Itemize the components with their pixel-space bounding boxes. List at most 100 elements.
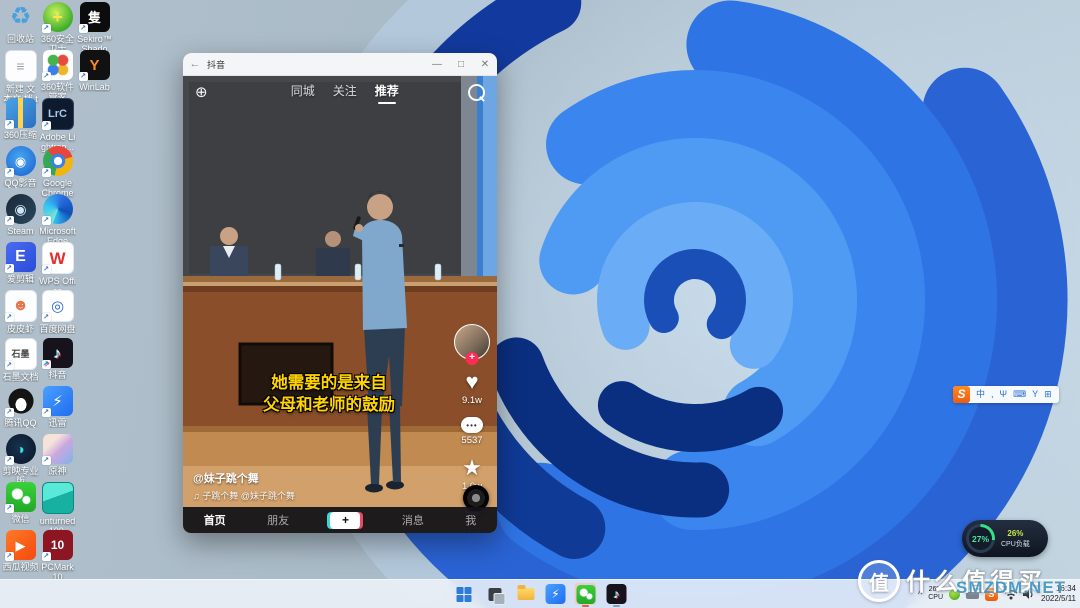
desktop-icon-ppx[interactable]: ☻↗皮皮虾 [2,290,39,334]
volume-icon[interactable] [1022,589,1035,600]
tab-同城[interactable]: 同城 [291,82,315,102]
douyin-button[interactable]: ♪ [606,583,628,605]
minimize-button[interactable]: — [425,54,449,75]
search-icon[interactable] [468,84,485,101]
file-explorer-button[interactable] [515,583,537,605]
desktop-icon-xigua[interactable]: ▶↗西瓜视频 [2,530,39,572]
thunder-button[interactable]: ⚡ [546,584,566,604]
shortcut-arrow-icon: ↗ [42,24,51,33]
desktop-icon-label: 爱剪辑 [2,274,39,284]
tab-关注[interactable]: 关注 [333,82,357,102]
shortcut-arrow-icon: ↗ [42,216,51,225]
wallpaper-bloom [0,0,1080,608]
desktop-icon-cube[interactable]: unturned_100... [39,482,76,537]
360-tray-icon[interactable] [949,589,960,600]
genshin-icon: ↗ [43,434,73,464]
desktop-icon-zip-360[interactable]: ↗360压缩 [2,98,39,140]
nav-item-朋友[interactable]: 朋友 [267,512,289,528]
live-icon[interactable]: ⊕ [195,83,208,101]
sogou-tray-icon[interactable]: S [985,588,998,601]
back-button[interactable]: ← [183,58,207,70]
maximize-button[interactable]: □ [449,54,473,75]
desktop-icon-label: 原神 [39,466,76,476]
sogou-logo-icon[interactable]: S [953,386,970,403]
nav-item-我[interactable]: 我 [465,512,476,528]
pcmark-icon: 10↗ [43,530,73,560]
desktop-icon-edge[interactable]: ↗Microsoft Edge [39,194,76,247]
chinese-mode-icon[interactable]: 中 [973,386,988,403]
zip-360-icon: ↗ [6,98,36,128]
desktop-icon-qq-player[interactable]: ◉↗QQ影音 [2,146,39,188]
shortcut-arrow-icon: ↗ [42,360,51,369]
keyboard-icon[interactable]: ⌨ [1010,386,1029,403]
desktop-icon-thunder[interactable]: ⚡↗迅雷 [39,386,76,428]
desktop-icon-chrome[interactable]: ↗Google Chrome [39,146,76,199]
desktop-icon-pcmark[interactable]: 10↗PCMark 10 [39,530,76,583]
desktop-icon-360-safe[interactable]: +↗360安全卫士 [39,2,76,55]
cpu-gauge-ring: 27% [966,524,995,553]
cpu-usage-value: 26% [1007,529,1023,538]
steam-icon: ◉↗ [6,194,36,224]
desktop-icon-shimo[interactable]: 石墨↗石墨文档 [2,338,39,382]
desktop-icon-steam[interactable]: ◉↗Steam [2,194,39,236]
desktop-icon-lrc[interactable]: LrC↗Adobe Lightroo... [39,98,76,153]
punctuation-icon[interactable]: , [988,386,997,403]
favorite-icon[interactable]: ★ [462,457,482,479]
desktop-icon-360-mgr[interactable]: ↗360软件管家 [39,50,76,103]
video-player[interactable]: ⊕ 同城关注推荐 她需要的是来自 父母和老师的鼓励 + ♥ 9.1w ••• 5… [183,76,497,533]
recycle-bin-icon: ♻ [6,2,36,32]
desktop-icon-sekiro[interactable]: 隻↗Sekiro™ Shadow... [76,2,113,56]
text-file-icon: ≡ [5,50,37,82]
video-info: @妹子跳个舞 ♫ 子跳个舞 @妹子跳个舞 [193,470,295,502]
shortcut-arrow-icon: ↗ [42,72,51,81]
network-icon[interactable] [1004,589,1018,600]
comment-icon[interactable]: ••• [461,417,483,433]
nav-item-首页[interactable]: 首页 [204,512,226,528]
desktop-icon-label: 回收站 [2,34,39,44]
desktop-icon-label: 百度网盘 [39,324,76,334]
nav-item-消息[interactable]: 消息 [402,512,424,528]
toolbox-icon[interactable]: ⊞ [1041,386,1055,403]
desktop-icon-baidu-pan[interactable]: ◎↗百度网盘 [39,290,76,334]
tray-cpu-meter[interactable]: 26% CPU [928,586,943,603]
cpu-monitor-widget[interactable]: 27% 26% CPU负载 [962,520,1048,557]
desktop-icon-label: 石墨文档 [2,372,39,382]
wechat-icon [576,585,595,604]
like-icon[interactable]: ♥ [465,371,478,393]
desktop-icon-editor[interactable]: E↗爱剪辑 [2,242,39,284]
follow-button[interactable]: + [466,352,479,365]
author-name[interactable]: @妹子跳个舞 [193,470,295,486]
windows-logo-icon [456,587,471,602]
360-safe-icon: +↗ [43,2,73,32]
tab-推荐[interactable]: 推荐 [375,82,399,102]
cpu-gauge-percent: 27% [969,527,992,550]
skin-icon[interactable]: Y [1029,386,1041,403]
music-title[interactable]: ♫ 子跳个舞 @妹子跳个舞 [193,489,295,502]
desktop-icon-winlab[interactable]: Y↗WinLab [76,50,113,92]
desktop-icon-wechat[interactable]: ↗微信 [2,482,39,524]
tray-clock[interactable]: 16:34 2022/5/11 [1041,584,1076,604]
create-post-button[interactable]: + [330,512,360,529]
desktop-icon-jianying[interactable]: ◑↗剪映专业版 [2,434,39,487]
start-button[interactable] [453,583,475,605]
hidden-icons-chevron[interactable]: ^ [918,589,922,599]
chrome-icon: ↗ [43,146,73,176]
desktop-icon-label: WinLab [76,82,113,92]
desktop-icon-douyin[interactable]: ♪↗抖音 [39,338,76,380]
close-button[interactable]: ✕ [473,54,497,75]
video-frame [183,76,497,533]
desktop-icon-genshin[interactable]: ↗ 原神 [39,434,76,476]
author-avatar[interactable]: + [454,324,490,360]
comment-count: 5537 [461,435,482,446]
desktop-icon-qq[interactable]: ↗腾讯QQ [2,386,39,428]
wechat-button[interactable] [575,583,597,605]
microphone-icon[interactable]: Ψ [997,386,1011,403]
display-tray-icon[interactable] [966,590,979,599]
desktop-icon-recycle-bin[interactable]: ♻ 回收站 [2,2,39,44]
shortcut-arrow-icon: ↗ [42,121,51,130]
desktop-icon-wps[interactable]: W↗WPS Office [39,242,76,297]
lrc-icon: LrC↗ [42,98,74,130]
desktop-icon-label: 迅雷 [39,418,76,428]
shortcut-arrow-icon: ↗ [5,408,14,417]
task-view-button[interactable] [484,583,506,605]
